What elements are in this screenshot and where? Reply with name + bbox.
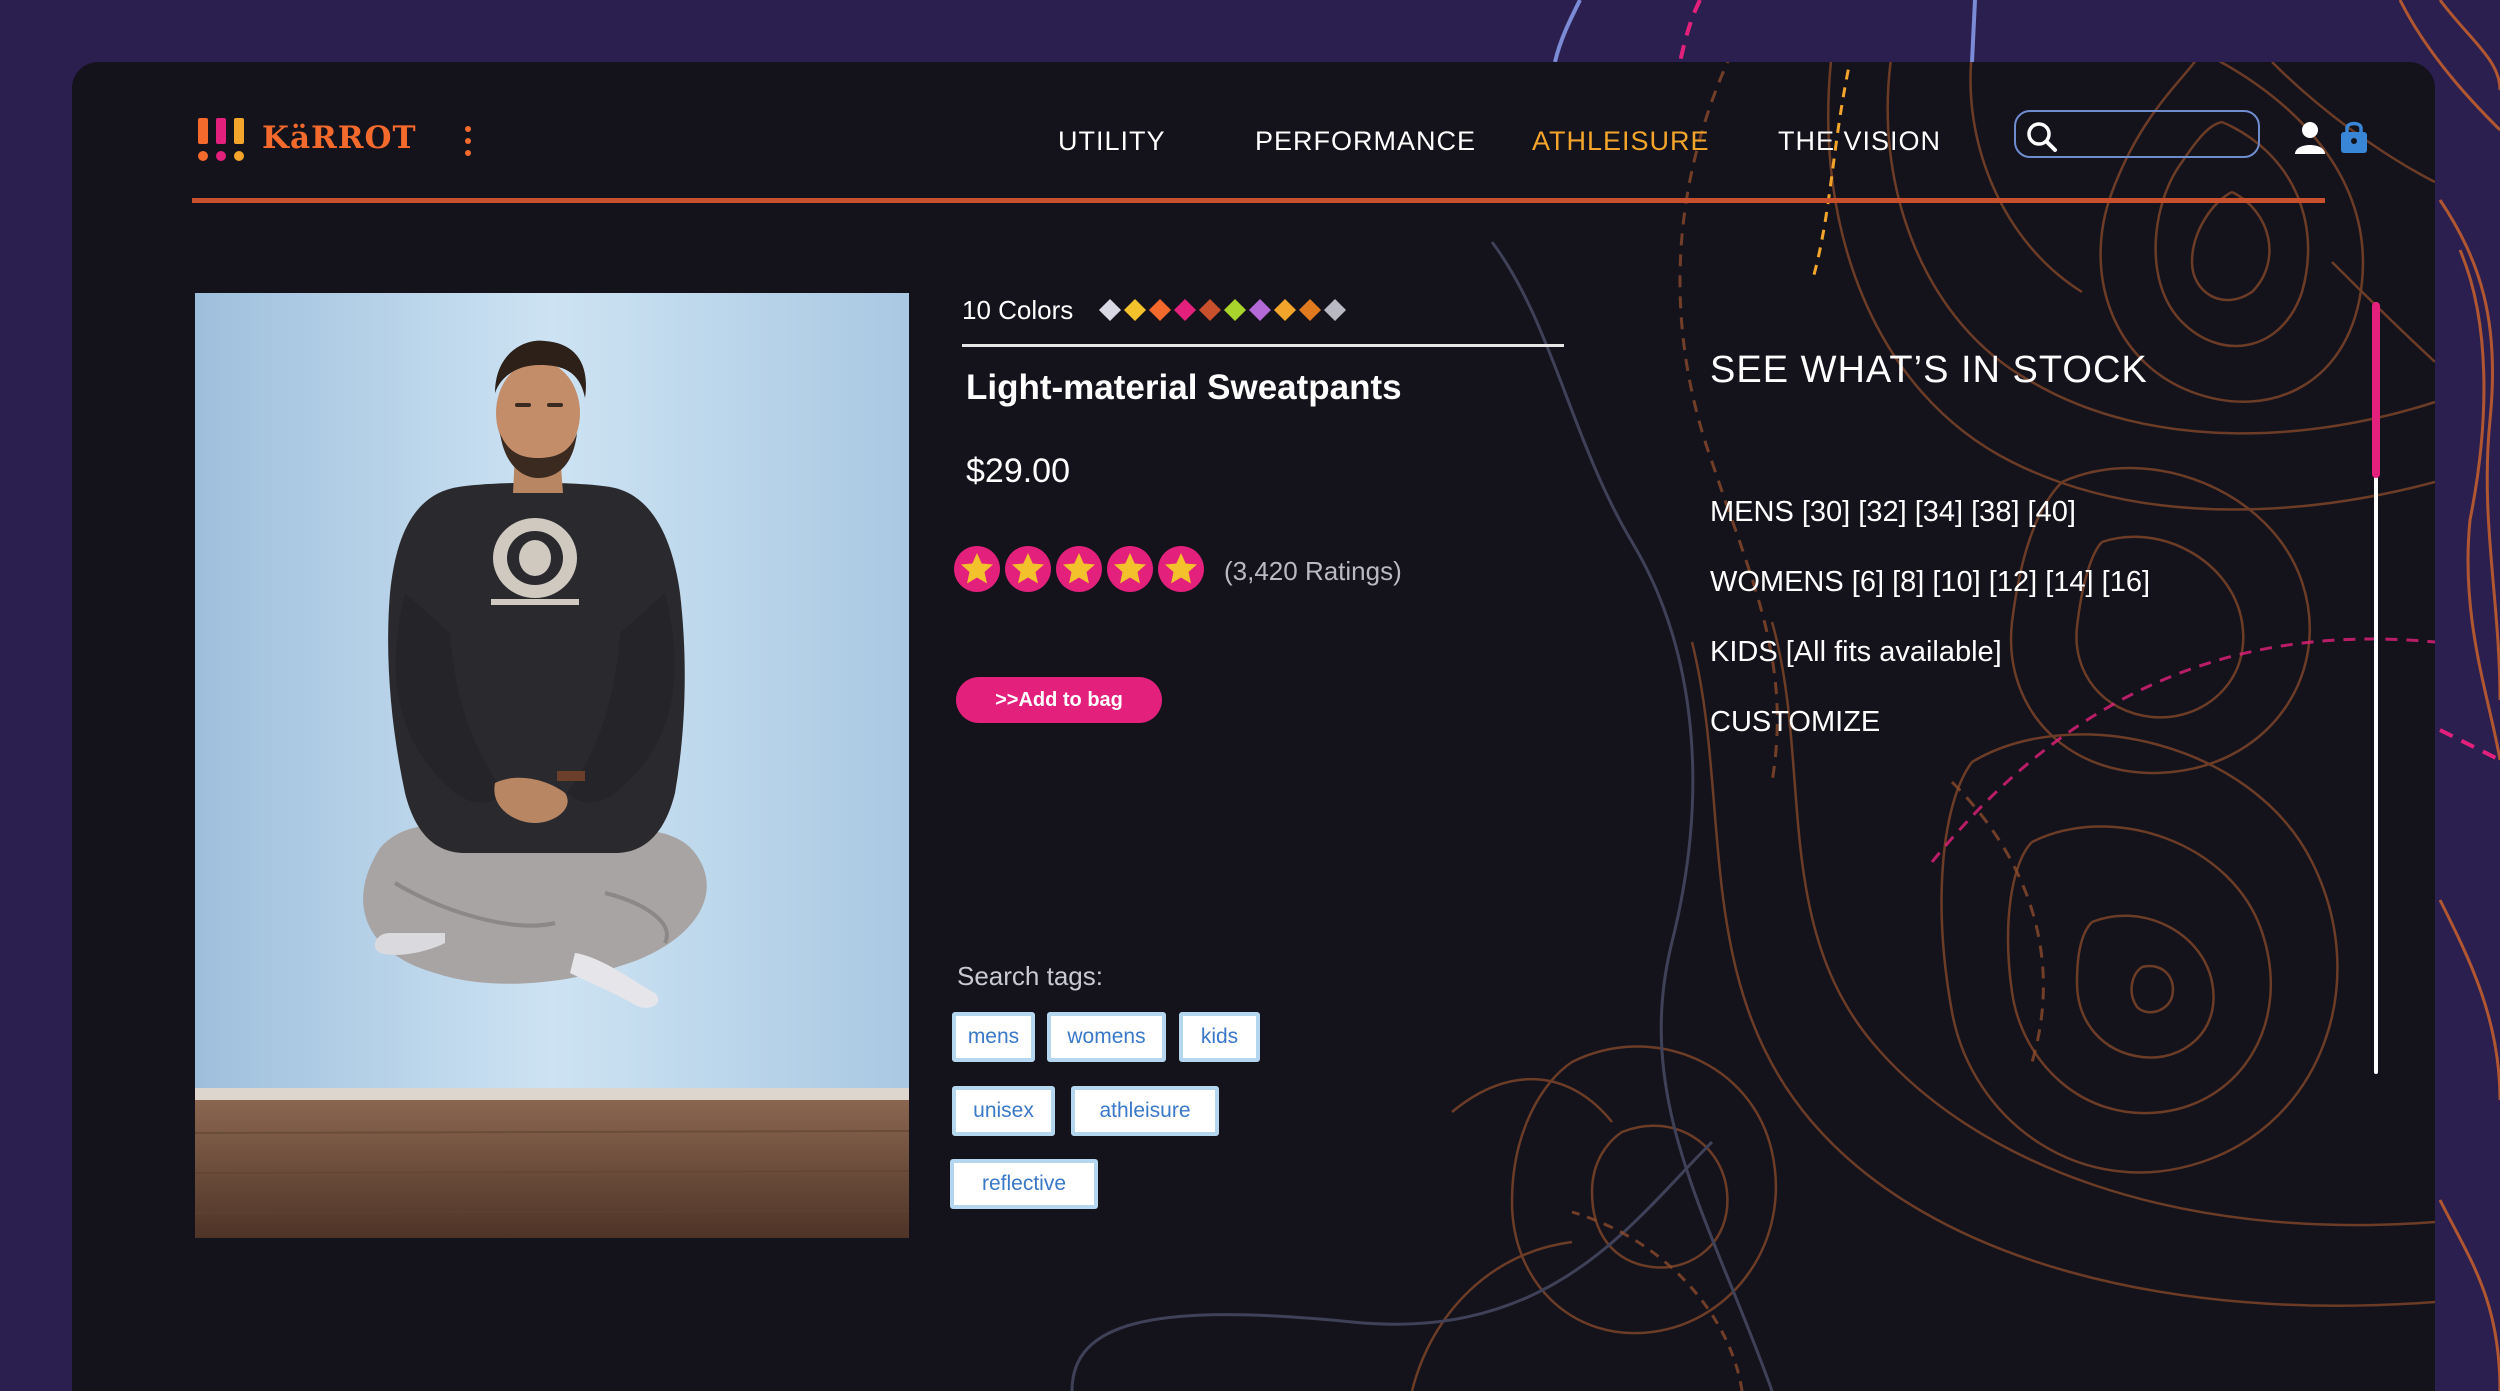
stock-customize[interactable]: CUSTOMIZE xyxy=(1710,706,1880,739)
star-icon xyxy=(1056,546,1102,592)
stock-kids[interactable]: KIDS [All fits available] xyxy=(1710,636,2002,669)
shopping-bag-icon[interactable] xyxy=(2339,120,2369,154)
main-panel: KäRROT UTILITY PERFORMANCE ATHLEISURE TH… xyxy=(72,62,2435,1391)
color-swatch[interactable] xyxy=(1323,298,1347,322)
add-to-bag-button[interactable]: >>Add to bag xyxy=(956,677,1162,723)
scrollbar-thumb[interactable] xyxy=(2372,302,2380,478)
tag-womens[interactable]: womens xyxy=(1047,1012,1166,1062)
tag-unisex[interactable]: unisex xyxy=(952,1086,1055,1136)
ratings-count[interactable]: (3,420 Ratings) xyxy=(1224,556,1402,587)
color-swatch[interactable] xyxy=(1198,298,1222,322)
colors-count-label: 10 Colors xyxy=(962,295,1074,325)
search-tags-label: Search tags: xyxy=(957,961,1103,991)
color-swatch[interactable] xyxy=(1098,298,1122,322)
star-icon xyxy=(954,546,1000,592)
nav-utility[interactable]: UTILITY xyxy=(1058,126,1166,157)
stock-mens[interactable]: MENS [30] [32] [34] [38] [40] xyxy=(1710,496,2076,529)
tag-mens[interactable]: mens xyxy=(952,1012,1035,1062)
header-divider xyxy=(192,198,2325,203)
info-divider xyxy=(962,344,1564,347)
star-icon xyxy=(1107,546,1153,592)
color-swatch[interactable] xyxy=(1273,298,1297,322)
nav-the-vision[interactable]: THE VISION xyxy=(1778,126,1941,157)
more-menu-icon[interactable] xyxy=(462,126,474,160)
color-swatch-list xyxy=(1098,298,1347,322)
rating-stars xyxy=(954,546,1204,592)
model-image xyxy=(195,293,909,1238)
star-icon xyxy=(1005,546,1051,592)
user-icon[interactable] xyxy=(2293,120,2327,154)
color-swatch[interactable] xyxy=(1148,298,1172,322)
tag-kids[interactable]: kids xyxy=(1179,1012,1260,1062)
brand-logo-icon[interactable] xyxy=(196,118,248,164)
color-swatch[interactable] xyxy=(1223,298,1247,322)
product-photo xyxy=(195,293,909,1238)
search-icon[interactable] xyxy=(2025,120,2059,154)
star-icon xyxy=(1158,546,1204,592)
stock-heading: SEE WHAT’S IN STOCK xyxy=(1710,349,2148,391)
color-swatch[interactable] xyxy=(1298,298,1322,322)
nav-athleisure[interactable]: ATHLEISURE xyxy=(1532,126,1710,157)
brand-name[interactable]: KäRROT xyxy=(262,120,417,156)
tag-reflective[interactable]: reflective xyxy=(950,1159,1098,1209)
nav-performance[interactable]: PERFORMANCE xyxy=(1255,126,1476,157)
tag-athleisure[interactable]: athleisure xyxy=(1071,1086,1219,1136)
color-swatch[interactable] xyxy=(1173,298,1197,322)
stock-womens[interactable]: WOMENS [6] [8] [10] [12] [14] [16] xyxy=(1710,566,2150,599)
color-swatch[interactable] xyxy=(1248,298,1272,322)
product-title: Light-material Sweatpants xyxy=(966,368,1402,407)
color-swatch[interactable] xyxy=(1123,298,1147,322)
product-price: $29.00 xyxy=(966,452,1070,490)
